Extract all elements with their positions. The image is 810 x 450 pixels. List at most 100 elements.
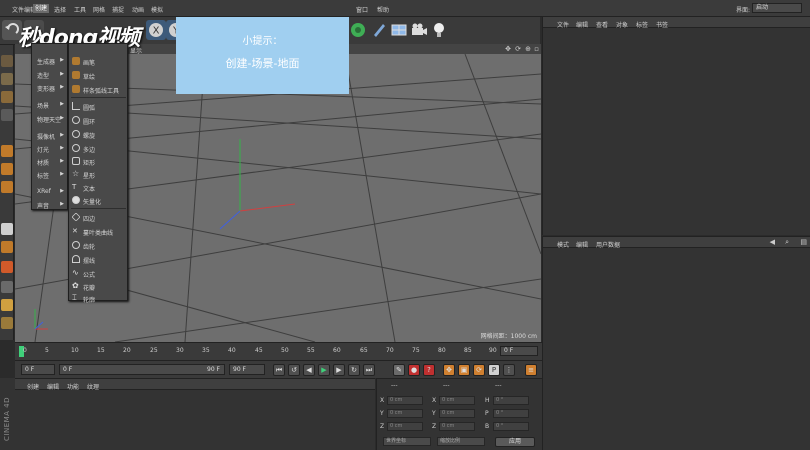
- menu-item-helix[interactable]: 螺旋: [83, 131, 95, 140]
- menu-item-pen[interactable]: 画笔: [83, 58, 95, 67]
- menu-item-generator[interactable]: 生成器: [37, 57, 55, 66]
- attr-tab-mode[interactable]: 模式: [557, 240, 569, 249]
- menu-select[interactable]: 选择: [54, 5, 66, 14]
- menu-item-deformer[interactable]: 变形器: [37, 84, 55, 93]
- size-x-field[interactable]: 0 cm: [439, 396, 475, 405]
- viewport-maximize-icon[interactable]: ▫: [534, 45, 539, 53]
- primitive-button[interactable]: [348, 20, 368, 40]
- attr-tab-user-data[interactable]: 用户数据: [596, 240, 620, 249]
- mat-tab-function[interactable]: 功能: [67, 382, 79, 391]
- prev-frame-button[interactable]: ◀: [303, 364, 315, 376]
- record-keys-button[interactable]: ✎: [393, 364, 405, 376]
- play-button[interactable]: ▶: [318, 364, 330, 376]
- menu-item-arc[interactable]: 圆弧: [83, 103, 95, 112]
- light-button[interactable]: [429, 20, 449, 40]
- obj-tab-bookmark[interactable]: 书签: [656, 20, 668, 29]
- back-arrow-icon[interactable]: ◀: [770, 238, 775, 246]
- menu-window[interactable]: 窗口: [356, 5, 368, 14]
- menu-item-vectorizer[interactable]: 矢量化: [83, 197, 101, 206]
- menu-item-cycloid[interactable]: 摆线: [83, 256, 95, 265]
- mat-tab-texture[interactable]: 纹理: [87, 382, 99, 391]
- menu-item-xref[interactable]: XRef: [37, 188, 51, 195]
- viewport-zoom-icon[interactable]: ⊕: [525, 45, 531, 53]
- keyframe-selection-button[interactable]: ?: [423, 364, 435, 376]
- obj-tab-tag[interactable]: 标签: [636, 20, 648, 29]
- position-y-field[interactable]: 0 cm: [387, 409, 423, 418]
- menu-item-flower[interactable]: 花瓣: [83, 283, 95, 292]
- viewport-orbit-icon[interactable]: ⟳: [515, 45, 521, 53]
- camera-button[interactable]: [409, 20, 429, 40]
- apply-button[interactable]: 应用: [495, 437, 535, 447]
- record-scale-button[interactable]: ▣: [458, 364, 470, 376]
- obj-tab-file[interactable]: 文件: [557, 20, 569, 29]
- model-mode-icon[interactable]: [1, 73, 13, 85]
- menu-help[interactable]: 帮助: [377, 5, 389, 14]
- menu-animate[interactable]: 动画: [132, 5, 144, 14]
- current-frame-field[interactable]: 0 F: [500, 346, 538, 356]
- layout-select[interactable]: 启动: [752, 3, 802, 13]
- workplane-icon[interactable]: [1, 109, 13, 121]
- axis-mode-icon[interactable]: [1, 223, 13, 235]
- menu-create[interactable]: 创建: [33, 4, 50, 13]
- menu-item-tag[interactable]: 标签: [37, 171, 49, 180]
- preview-range-slider[interactable]: 0 F 90 F: [59, 364, 225, 375]
- menu-item-scene[interactable]: 场景: [37, 101, 49, 110]
- spline-pen-button[interactable]: [369, 20, 389, 40]
- lock-workplane-icon[interactable]: [1, 299, 13, 311]
- position-x-field[interactable]: 0 cm: [387, 396, 423, 405]
- menu-item-spline-arc[interactable]: 样条弧线工具: [83, 86, 119, 95]
- scale-mode-select[interactable]: 缩放比例: [437, 437, 485, 446]
- x-axis-button[interactable]: X: [146, 20, 166, 40]
- menu-tools[interactable]: 工具: [74, 5, 86, 14]
- make-editable-icon[interactable]: [1, 55, 13, 67]
- obj-tab-view[interactable]: 查看: [596, 20, 608, 29]
- edges-mode-icon[interactable]: [1, 163, 13, 175]
- record-position-button[interactable]: ✥: [443, 364, 455, 376]
- tweak-mode-icon[interactable]: [1, 241, 13, 253]
- menu-item-modeling[interactable]: 造型: [37, 71, 49, 80]
- menu-item-rectangle[interactable]: 矩形: [83, 158, 95, 167]
- goto-end-button[interactable]: ⏭: [363, 364, 375, 376]
- position-z-field[interactable]: 0 cm: [387, 422, 423, 431]
- goto-start-button[interactable]: ⏮: [273, 364, 285, 376]
- record-parameter-button[interactable]: P: [488, 364, 500, 376]
- grid-icon[interactable]: [1, 281, 13, 293]
- points-mode-icon[interactable]: [1, 145, 13, 157]
- mat-tab-create[interactable]: 创建: [27, 382, 39, 391]
- menu-item-cogwheel[interactable]: 齿轮: [83, 242, 95, 251]
- next-frame-button[interactable]: ▶: [333, 364, 345, 376]
- size-z-field[interactable]: 0 cm: [439, 422, 475, 431]
- menu-item-sound[interactable]: 声音: [37, 201, 49, 210]
- rotation-b-field[interactable]: 0 °: [493, 422, 529, 431]
- menu-file[interactable]: 文件: [12, 5, 24, 14]
- rotation-h-field[interactable]: 0 °: [493, 396, 529, 405]
- menu-item-sketch[interactable]: 草绘: [83, 72, 95, 81]
- record-point-level-button[interactable]: ⋮: [503, 364, 515, 376]
- viewport-move-icon[interactable]: ✥: [505, 45, 511, 53]
- menu-item-circle[interactable]: 圆环: [83, 117, 95, 126]
- obj-tab-edit[interactable]: 编辑: [576, 20, 588, 29]
- search-icon[interactable]: ⌕: [785, 238, 789, 247]
- menu-item-formula[interactable]: 公式: [83, 270, 95, 279]
- end-frame-field[interactable]: 90 F: [229, 364, 265, 375]
- panel-options-icon[interactable]: ▤: [800, 238, 807, 246]
- coordinate-space-select[interactable]: 世界坐标: [383, 437, 431, 446]
- prev-key-button[interactable]: ↺: [288, 364, 300, 376]
- menu-item-cissoid[interactable]: 蔓叶类曲线: [83, 228, 113, 237]
- mat-tab-edit[interactable]: 编辑: [47, 382, 59, 391]
- menu-item-physical-sky[interactable]: 物理天空: [37, 115, 61, 124]
- menu-simulate[interactable]: 模拟: [151, 5, 163, 14]
- menu-item-light[interactable]: 灯光: [37, 145, 49, 154]
- texture-mode-icon[interactable]: [1, 91, 13, 103]
- menu-item-polygon[interactable]: 多边: [83, 145, 95, 154]
- menu-item-star[interactable]: 星形: [83, 171, 95, 180]
- menu-item-material[interactable]: 材质: [37, 158, 49, 167]
- next-key-button[interactable]: ↻: [348, 364, 360, 376]
- start-frame-field[interactable]: 0 F: [21, 364, 55, 375]
- autokey-button[interactable]: ●: [408, 364, 420, 376]
- timeline-window-button[interactable]: ≡: [525, 364, 537, 376]
- menu-item-text[interactable]: 文本: [83, 184, 95, 193]
- subdivision-button[interactable]: [389, 20, 409, 40]
- attr-tab-edit[interactable]: 编辑: [576, 240, 588, 249]
- menu-snap[interactable]: 捕捉: [112, 5, 124, 14]
